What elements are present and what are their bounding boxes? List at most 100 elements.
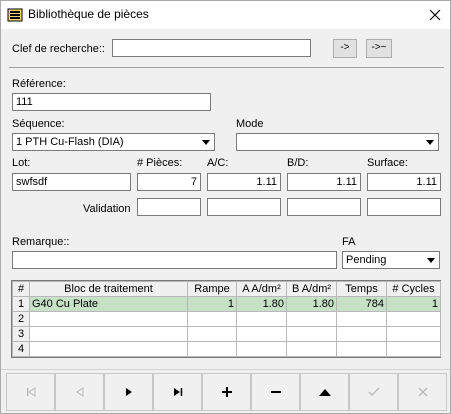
- remark-input[interactable]: [12, 251, 337, 269]
- header-block[interactable]: Bloc de traitement: [29, 281, 188, 297]
- header-a-current[interactable]: A A/dm²: [236, 281, 287, 297]
- header-ramp[interactable]: Rampe: [187, 281, 237, 297]
- header-b-current[interactable]: B A/dm²: [286, 281, 337, 297]
- row-index: 4: [12, 341, 30, 357]
- row-index: 1: [12, 296, 30, 312]
- validation-pieces-input[interactable]: [137, 198, 201, 216]
- cell-b-current[interactable]: [286, 326, 337, 342]
- lot-label: Lot:: [12, 157, 31, 169]
- cell-time[interactable]: [336, 341, 387, 357]
- skip-to-start-icon: [26, 387, 35, 397]
- search-approx-button[interactable]: ->~: [366, 39, 392, 58]
- fa-select[interactable]: Pending: [342, 251, 440, 269]
- cell-b-current[interactable]: [286, 341, 337, 357]
- record-navigator-toolbar: [1, 369, 450, 413]
- edit-record-button[interactable]: [300, 373, 349, 411]
- chevron-down-icon: [423, 253, 438, 267]
- cell-time[interactable]: 784: [336, 296, 387, 312]
- header-index[interactable]: #: [12, 281, 30, 297]
- cell-block[interactable]: [29, 311, 188, 327]
- cancel-button[interactable]: [398, 373, 447, 411]
- chevron-down-icon: [422, 135, 437, 149]
- sequence-label: Séquence:: [12, 118, 65, 130]
- cell-cycles[interactable]: [386, 341, 441, 357]
- cell-ramp[interactable]: 1: [187, 296, 237, 312]
- table-header-row: # Bloc de traitement Rampe A A/dm² B A/d…: [12, 281, 441, 297]
- table-row[interactable]: 4: [12, 341, 441, 357]
- first-record-button[interactable]: [6, 373, 55, 411]
- cell-a-current[interactable]: [236, 311, 287, 327]
- cell-ramp[interactable]: [187, 326, 237, 342]
- minus-icon: [270, 391, 281, 393]
- cell-a-current[interactable]: [236, 326, 287, 342]
- ac-label: A/C:: [207, 157, 229, 169]
- cell-block[interactable]: G40 Cu Plate: [29, 296, 188, 312]
- fa-label: FA: [342, 236, 356, 248]
- skip-to-end-icon: [173, 388, 182, 396]
- treatment-blocks-table: # Bloc de traitement Rampe A A/dm² B A/d…: [12, 281, 441, 357]
- window-title: Bibliothèque de pièces: [28, 7, 149, 21]
- close-icon: [429, 9, 441, 21]
- next-icon: [125, 388, 132, 396]
- last-record-button[interactable]: [153, 373, 202, 411]
- header-time[interactable]: Temps: [336, 281, 387, 297]
- surface-input[interactable]: 1.11: [367, 173, 441, 191]
- header-cycles[interactable]: # Cycles: [386, 281, 441, 297]
- confirm-button[interactable]: [349, 373, 398, 411]
- pieces-input[interactable]: 7: [137, 173, 201, 191]
- parts-library-window: Bibliothèque de pièces Clef de recherche…: [0, 0, 451, 414]
- triangle-up-icon: [318, 389, 331, 396]
- validation-ac-input[interactable]: [207, 198, 281, 216]
- next-record-button[interactable]: [104, 373, 153, 411]
- cell-block[interactable]: [29, 326, 188, 342]
- folder-stack-icon: [7, 8, 23, 22]
- cell-ramp[interactable]: [187, 311, 237, 327]
- validation-surface-input[interactable]: [367, 198, 441, 216]
- cell-a-current[interactable]: 1.80: [236, 296, 287, 312]
- checkmark-icon: [368, 387, 379, 396]
- cell-time[interactable]: [336, 311, 387, 327]
- remark-label: Remarque::: [12, 236, 70, 248]
- ac-input[interactable]: 1.11: [207, 173, 281, 191]
- delete-record-button[interactable]: [251, 373, 300, 411]
- cell-a-current[interactable]: [236, 341, 287, 357]
- cell-ramp[interactable]: [187, 341, 237, 357]
- sequence-select[interactable]: 1 PTH Cu-Flash (DIA): [12, 133, 215, 151]
- treatment-blocks-grid[interactable]: # Bloc de traitement Rampe A A/dm² B A/d…: [11, 280, 441, 358]
- add-record-button[interactable]: [202, 373, 251, 411]
- title-bar: Bibliothèque de pièces: [1, 1, 450, 29]
- row-index: 3: [12, 326, 30, 342]
- pieces-label: # Pièces:: [137, 157, 183, 169]
- cell-time[interactable]: [336, 326, 387, 342]
- surface-label: Surface:: [367, 157, 408, 169]
- table-row[interactable]: 1 G40 Cu Plate 1 1.80 1.80 784 1: [12, 296, 441, 312]
- search-key-label: Clef de recherche::: [12, 43, 105, 55]
- cell-b-current[interactable]: 1.80: [286, 296, 337, 312]
- sequence-selected-value: 1 PTH Cu-Flash (DIA): [16, 136, 124, 148]
- validation-label: Validation: [83, 203, 131, 215]
- separator: [9, 67, 444, 68]
- previous-icon: [75, 387, 83, 397]
- previous-record-button[interactable]: [55, 373, 104, 411]
- search-next-button[interactable]: ->: [333, 39, 357, 58]
- cell-cycles[interactable]: 1: [386, 296, 441, 312]
- fa-selected-value: Pending: [346, 254, 387, 266]
- cell-block[interactable]: [29, 341, 188, 357]
- cell-cycles[interactable]: [386, 311, 441, 327]
- reference-input[interactable]: 111: [12, 93, 211, 111]
- table-row[interactable]: 2: [12, 311, 441, 327]
- close-button[interactable]: [420, 1, 450, 29]
- table-row[interactable]: 3: [12, 326, 441, 342]
- reference-label: Référence:: [12, 78, 66, 90]
- mode-select[interactable]: [236, 133, 439, 151]
- lot-input[interactable]: swfsdf: [12, 173, 131, 191]
- chevron-down-icon: [198, 135, 213, 149]
- row-index: 2: [12, 311, 30, 327]
- search-key-input[interactable]: [112, 39, 311, 57]
- bd-label: B/D:: [287, 157, 309, 169]
- cell-b-current[interactable]: [286, 311, 337, 327]
- cell-cycles[interactable]: [386, 326, 441, 342]
- validation-bd-input[interactable]: [287, 198, 361, 216]
- x-mark-icon: [418, 387, 427, 397]
- bd-input[interactable]: 1.11: [287, 173, 361, 191]
